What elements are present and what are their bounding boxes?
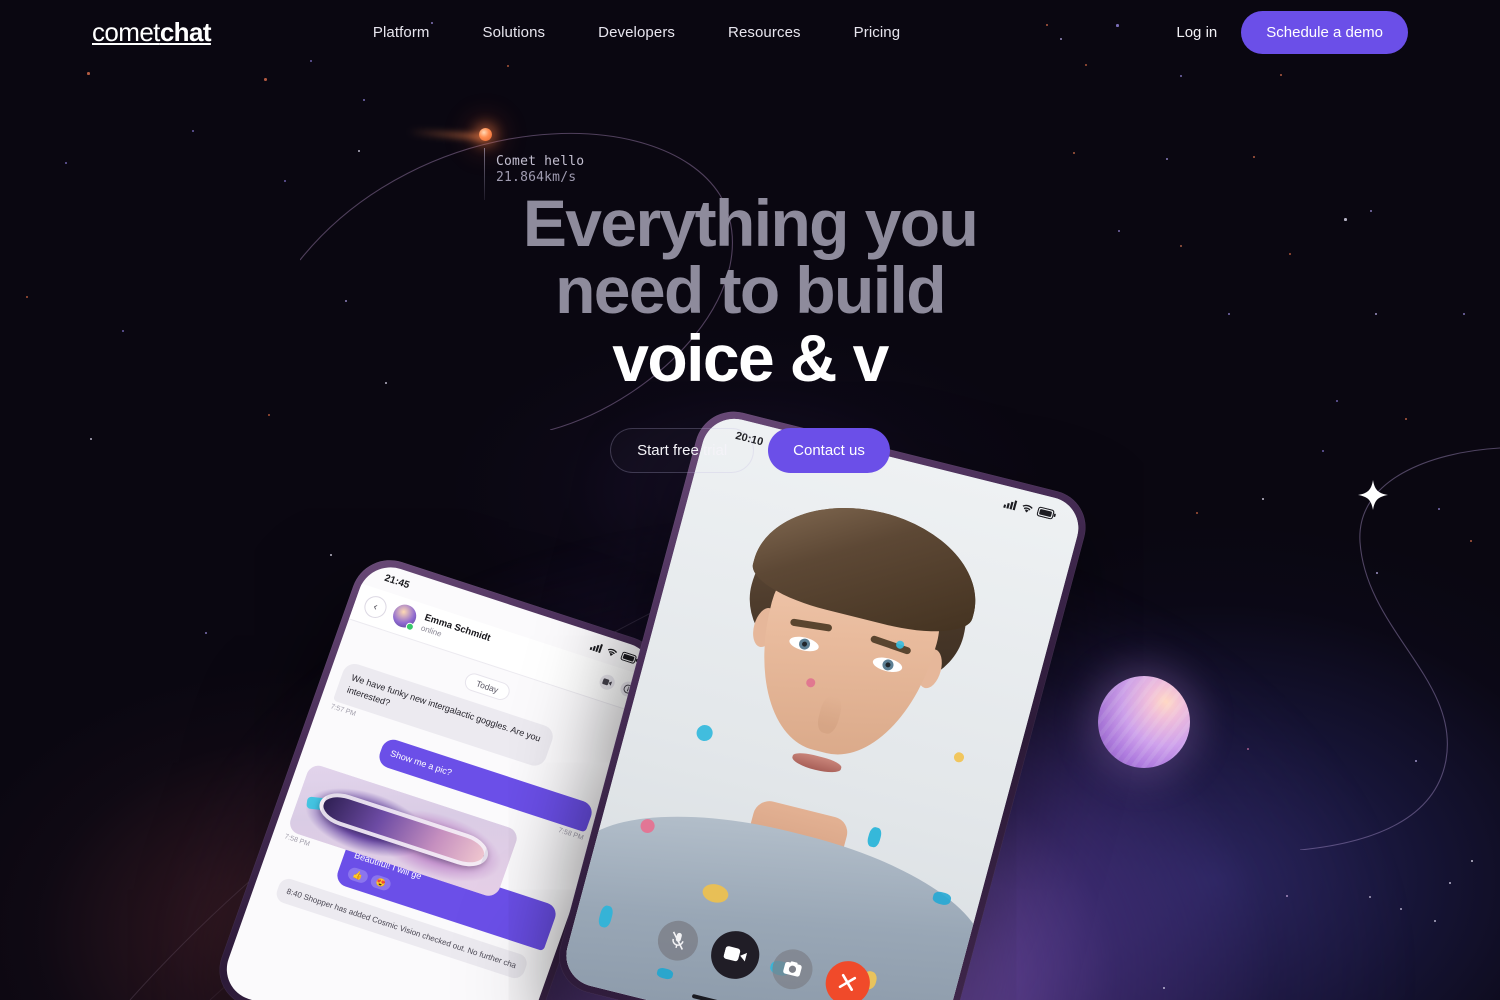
wifi-icon [1022,504,1033,513]
star-dot [1400,908,1403,911]
star-dot [1247,748,1250,751]
schedule-demo-button[interactable]: Schedule a demo [1241,10,1408,54]
video-camera-icon[interactable] [597,672,617,692]
comet-name-text: Comet hello [496,154,585,169]
microphone-off-icon [671,931,684,950]
star-dot [363,99,366,102]
video-status-icons [1003,498,1057,520]
star-dot [1180,75,1183,78]
star-dot [1449,882,1452,885]
confetti-particle [695,723,715,743]
logo-text-light: comet [92,16,160,47]
wifi-icon [608,648,618,656]
hero-cta-group: Start free trial Contact us [0,427,1500,473]
headline-typed-line: voice & v [612,320,889,395]
star-dot [1438,508,1441,511]
star-dot [1470,540,1473,543]
primary-navigation: Platform Solutions Developers Resources … [373,24,900,41]
logo-text-bold: chat [159,16,212,47]
star-dot [1196,512,1199,515]
star-dot [264,78,267,81]
star-dot [1280,74,1283,77]
star-dot [1415,760,1418,763]
headline-line-1: Everything you [522,186,979,260]
chat-status-time: 21:45 [383,572,412,591]
nav-item-resources[interactable]: Resources [728,24,801,41]
star-dot [507,65,510,68]
confetti-particle [953,750,966,763]
video-camera-icon [723,946,747,962]
contact-us-button[interactable]: Contact us [768,427,890,473]
switch-camera-button[interactable] [767,944,817,994]
nav-item-solutions[interactable]: Solutions [483,24,546,41]
hero-section: Comet hello 21.864km/s Everything you ne… [0,108,1500,473]
cometchat-logo[interactable]: cometchat [92,17,211,48]
star-dot [1286,895,1289,898]
star-dot [1085,64,1088,67]
star-dot [1471,860,1474,863]
header-actions: Log in Schedule a demo [1176,10,1408,54]
reaction-thumbs-up-icon[interactable]: 👍 [346,866,370,885]
star-dot [330,554,333,557]
star-dot [205,632,208,635]
nav-item-developers[interactable]: Developers [598,24,675,41]
close-icon [838,974,856,992]
mute-button[interactable] [652,916,703,965]
star-dot [1434,920,1437,923]
star-dot [1262,498,1265,501]
battery-icon [1036,506,1056,520]
star-dot [1369,896,1372,899]
hero-page: cometchat Platform Solutions Developers … [0,0,1500,1000]
back-button[interactable]: ‹ [361,592,390,621]
star-dot [87,72,90,75]
planet-graphic [1098,676,1190,768]
camera-icon [782,961,802,977]
comet-icon [479,128,492,141]
comet-annotation: Comet hello 21.864km/s [407,118,800,200]
reaction-heart-eyes-icon[interactable]: 😍 [369,873,393,892]
nav-item-platform[interactable]: Platform [373,24,430,41]
site-header: cometchat Platform Solutions Developers … [0,0,1500,64]
day-divider: Today [462,670,513,703]
end-call-button[interactable] [820,956,875,1000]
contact-avatar [389,601,420,631]
confetti-particle [866,826,884,849]
nav-item-pricing[interactable]: Pricing [854,24,901,41]
video-call-phone-mockup[interactable]: 20:10 [550,403,1095,1000]
star-sparkle-icon [1358,480,1388,510]
sparkle-orbit-arc [1299,447,1500,850]
start-free-trial-button[interactable]: Start free trial [610,427,755,473]
planet-bands [1098,676,1190,768]
star-dot [1376,572,1379,575]
star-dot [1163,987,1166,990]
cellular-signal-icon [589,643,604,653]
cellular-signal-icon [1003,500,1018,511]
headline-line-2: need to build [555,253,946,328]
login-link[interactable]: Log in [1176,24,1217,41]
comet-readout: Comet hello 21.864km/s [496,154,584,186]
comet-speed-text: 21.864km/s [496,169,577,185]
comet-leader-line [484,148,485,200]
video-phone-screen: 20:10 [559,412,1086,1000]
